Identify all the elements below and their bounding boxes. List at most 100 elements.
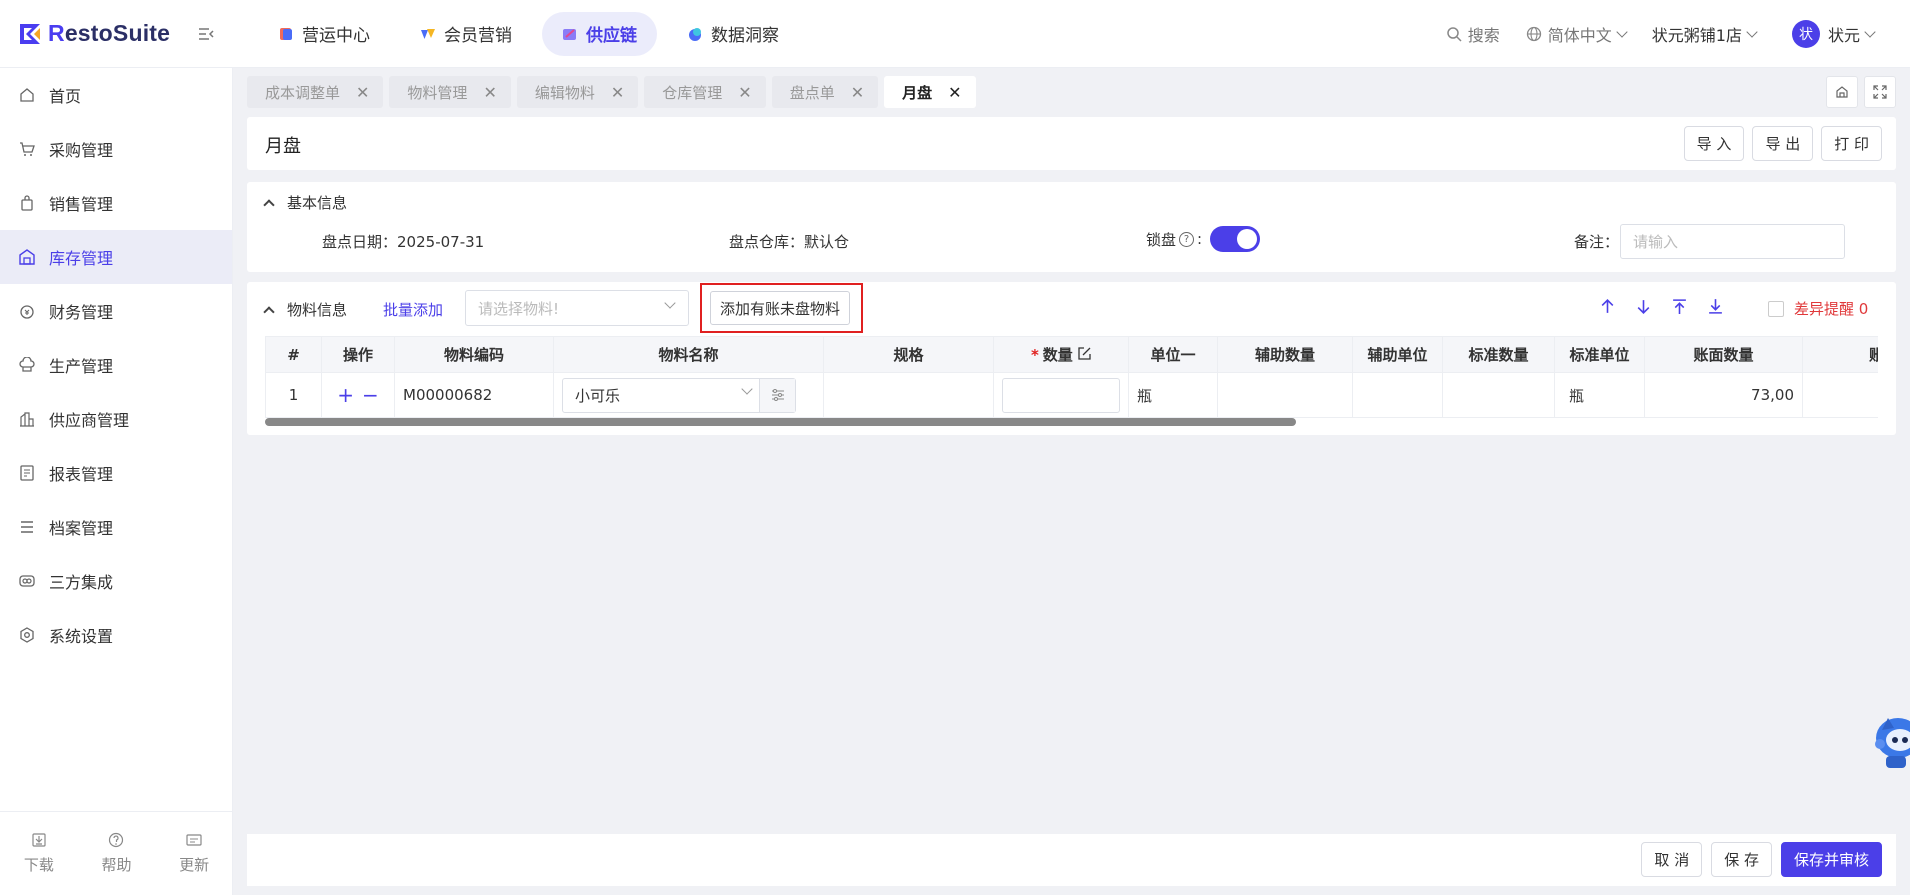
arrow-up-icon[interactable] [1599,298,1616,315]
remark-input[interactable] [1620,224,1845,259]
store-selector[interactable]: 状元粥铺1店 [1652,22,1758,46]
sidebar-item-home[interactable]: 首页 [0,68,232,122]
nav-label: 供应链 [586,26,637,46]
money-icon [20,305,34,319]
cart-icon [20,142,35,156]
chef-hat-icon [19,357,35,372]
field-value: 2025-07-31 [397,232,485,251]
home-tab-button[interactable] [1826,76,1858,108]
edit-icon[interactable] [1078,347,1091,360]
col-book-more: 账面 [1802,336,1878,373]
close-icon[interactable]: ✕ [738,83,751,102]
material-table: # 操作 物料编码 物料名称 规格 * 数量 单位一 辅助数量 辅助单位 标准数量… [265,336,1878,422]
cell-quantity [993,372,1129,418]
tab-label: 盘点单 [789,83,835,102]
search-button[interactable]: 搜索 [1446,22,1500,46]
close-icon[interactable]: ✕ [948,83,961,102]
member-icon [421,28,435,39]
filter-settings-icon[interactable] [759,378,795,412]
col-std-qty: 标准数量 [1442,336,1555,373]
basic-info-panel: 基本信息 盘点日期： 2025-07-31 盘点仓库： 默认仓 锁盘 ? : 备… [247,182,1896,272]
quantity-input[interactable] [1002,377,1120,413]
stocktake-date-field: 盘点日期： 2025-07-31 [322,231,484,252]
basic-info-header[interactable]: 基本信息 [263,192,347,213]
bag-icon [21,195,33,211]
sidebar-item-settings[interactable]: 系统设置 [0,608,232,662]
sidebar-item-production[interactable]: 生产管理 [0,338,232,392]
material-select[interactable]: 请选择物料! [465,290,689,326]
difference-alert-checkbox[interactable] [1768,300,1784,317]
move-to-top-icon[interactable] [1671,298,1688,315]
nav-data-insights[interactable]: 数据洞察 [667,12,799,56]
import-button[interactable]: 导 入 [1683,126,1745,161]
material-info-header[interactable]: 物料信息 [263,299,347,320]
nav-operations-center[interactable]: 营运中心 [258,12,390,56]
table-row: 1 + − M00000682 小可乐 瓶 瓶 73,00 [265,372,1878,418]
sidebar-item-archives[interactable]: 档案管理 [0,500,232,554]
tab-material-management[interactable]: 物料管理 ✕ [389,76,511,108]
batch-add-link[interactable]: 批量添加 [383,299,443,320]
cell-material-name: 小可乐 [553,372,824,418]
tab-cost-adjustment[interactable]: 成本调整单 ✕ [247,76,384,108]
chevron-up-icon [263,199,275,211]
fullscreen-button[interactable] [1864,76,1896,108]
print-button[interactable]: 打 印 [1821,126,1882,161]
sidebar-item-purchase[interactable]: 采购管理 [0,122,232,176]
sidebar-item-inventory[interactable]: 库存管理 [0,230,232,284]
remove-row-button[interactable]: − [362,383,379,407]
sidebar-item-supplier[interactable]: 供应商管理 [0,392,232,446]
move-to-bottom-icon[interactable] [1707,298,1724,315]
tab-stocktake[interactable]: 盘点单 ✕ [771,76,879,108]
col-operation: 操作 [321,336,395,373]
help-button[interactable]: 帮助 [101,832,131,875]
close-icon[interactable]: ✕ [851,83,864,102]
close-icon[interactable]: ✕ [611,83,624,102]
data-insights-icon [689,27,701,41]
user-menu[interactable]: 状 状元 [1791,20,1876,48]
footer-actions: 取 消 保 存 保存并审核 [1641,842,1882,877]
download-button[interactable]: 下载 [24,832,54,875]
sidebar-item-label: 报表管理 [49,465,114,484]
nav-member-marketing[interactable]: 会员营销 [400,12,532,56]
search-label: 搜索 [1467,26,1500,45]
cell-spec [823,372,994,418]
collapse-menu-icon[interactable] [196,24,216,44]
cancel-button[interactable]: 取 消 [1641,842,1703,877]
tab-monthly-count[interactable]: 月盘 ✕ [884,76,976,108]
cell-aux-unit [1352,372,1443,418]
cell-operations: + − [321,372,395,418]
sidebar-item-reports[interactable]: 报表管理 [0,446,232,500]
sidebar-item-sales[interactable]: 销售管理 [0,176,232,230]
sidebar-item-finance[interactable]: 财务管理 [0,284,232,338]
question-mark-icon[interactable]: ? [1179,231,1195,247]
page-title: 月盘 [265,136,301,157]
update-button[interactable]: 更新 [179,832,209,875]
save-button[interactable]: 保 存 [1711,842,1772,877]
tab-edit-material[interactable]: 编辑物料 ✕ [516,76,639,108]
chevron-down-icon [1746,25,1758,38]
sidebar-item-label: 供应商管理 [49,411,130,430]
difference-alert[interactable]: 差异提醒 0 [1768,298,1868,319]
close-icon[interactable]: ✕ [483,83,496,102]
arrow-down-icon[interactable] [1635,298,1652,315]
nav-label: 会员营销 [444,26,512,46]
cell-index: 1 [265,372,322,418]
close-icon[interactable]: ✕ [356,83,369,102]
add-unaccounted-materials-button[interactable]: 添加有账未盘物料 [710,291,851,325]
nav-supply-chain[interactable]: 供应链 [542,11,657,56]
sidebar-item-integration[interactable]: 三方集成 [0,554,232,608]
lock-toggle[interactable] [1210,226,1261,252]
export-button[interactable]: 导 出 [1752,126,1814,161]
add-row-button[interactable]: + [337,383,354,407]
horizontal-scrollbar[interactable] [265,418,1296,426]
report-icon [20,465,34,481]
top-bar: RestoSuite 营运中心 会员营销 供应链 数据洞察 搜索 简体中文 状元… [0,0,1910,68]
brand-name: RestoSuite [48,20,171,46]
avatar: 状 [1791,20,1820,48]
save-and-audit-button[interactable]: 保存并审核 [1780,842,1882,877]
material-name-select[interactable]: 小可乐 [562,377,796,413]
tab-warehouse-management[interactable]: 仓库管理 ✕ [644,76,766,108]
language-selector[interactable]: 简体中文 [1526,22,1628,46]
assistant-mascot-icon[interactable] [1868,710,1910,772]
chevron-down-icon [1616,25,1628,38]
